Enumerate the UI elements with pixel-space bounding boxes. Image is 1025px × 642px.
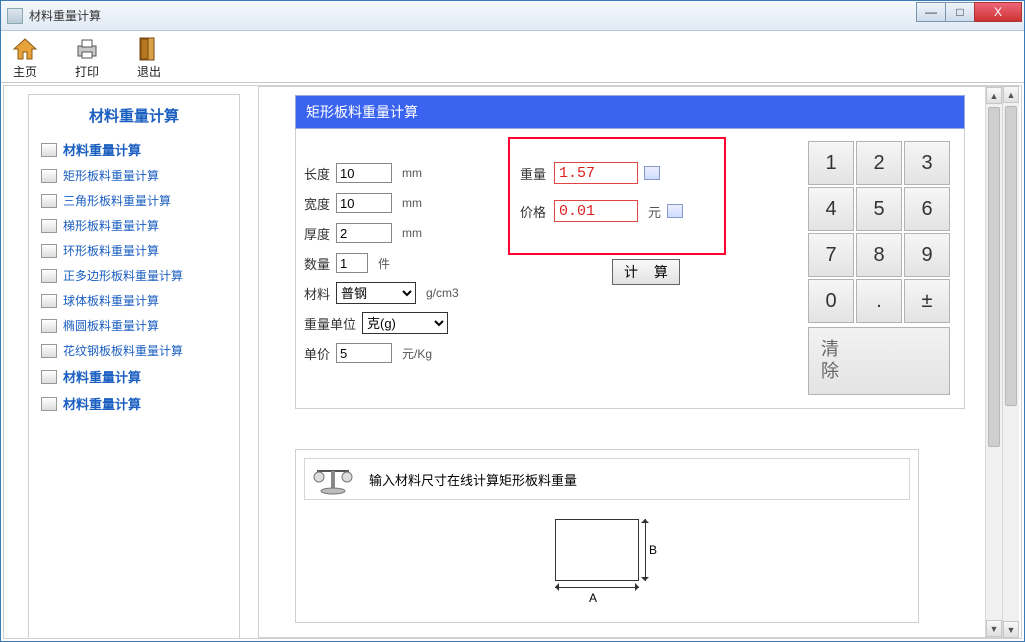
length-label: 长度 xyxy=(304,164,336,183)
calculate-button[interactable]: 计 算 xyxy=(612,259,680,285)
thickness-label: 厚度 xyxy=(304,224,336,243)
weight-result-label: 重量 xyxy=(520,164,554,183)
qty-unit: 件 xyxy=(378,255,390,272)
keypad-5[interactable]: 5 xyxy=(856,187,902,231)
weight-result-output: 1.57 xyxy=(554,162,638,184)
copy-icon[interactable] xyxy=(644,166,660,180)
close-button[interactable]: X xyxy=(974,2,1022,22)
scroll-thumb[interactable] xyxy=(1005,106,1017,406)
scroll-down-icon[interactable]: ▼ xyxy=(1003,621,1019,638)
keypad-plusminus[interactable]: ± xyxy=(904,279,950,323)
thickness-input[interactable] xyxy=(336,223,392,243)
panel-title: 矩形板料重量计算 xyxy=(295,95,965,129)
window-title: 材料重量计算 xyxy=(29,7,101,24)
weight-unit-select[interactable]: 克(g) xyxy=(362,312,448,334)
sidebar-item-0[interactable]: 材料重量计算 xyxy=(31,136,237,163)
toolbar-print[interactable]: 打印 xyxy=(73,35,101,80)
toolbar: 主页 打印 退出 xyxy=(1,31,1024,83)
printer-icon xyxy=(73,37,101,61)
keypad: 1 2 3 4 5 6 7 8 9 0 . ± xyxy=(808,137,956,398)
scroll-up-icon[interactable]: ▲ xyxy=(1003,86,1019,103)
keypad-2[interactable]: 2 xyxy=(856,141,902,185)
doc-icon xyxy=(41,294,57,308)
keypad-dot[interactable]: . xyxy=(856,279,902,323)
maximize-button[interactable]: □ xyxy=(945,2,975,22)
doc-icon xyxy=(41,219,57,233)
doc-icon xyxy=(41,169,57,183)
doc-icon xyxy=(41,319,57,333)
width-label: 宽度 xyxy=(304,194,336,213)
price-result-output: 0.01 xyxy=(554,200,638,222)
content-area: 材料重量计算 材料重量计算 矩形板料重量计算 三角形板料重量计算 梯形板料重量计… xyxy=(3,85,1022,639)
keypad-1[interactable]: 1 xyxy=(808,141,854,185)
price-result-unit: 元 xyxy=(648,202,661,221)
keypad-6[interactable]: 6 xyxy=(904,187,950,231)
doc-icon xyxy=(41,244,57,258)
keypad-0[interactable]: 0 xyxy=(808,279,854,323)
unit-price-unit: 元/Kg xyxy=(402,345,432,362)
weight-unit-label: 重量单位 xyxy=(304,314,362,333)
keypad-clear[interactable]: 清 除 xyxy=(808,327,950,395)
thickness-unit: mm xyxy=(402,226,422,240)
hint-panel: 输入材料尺寸在线计算矩形板料重量 A B xyxy=(295,449,919,623)
sidebar-item-7[interactable]: 椭圆板料重量计算 xyxy=(31,313,237,338)
sidebar-item-1[interactable]: 矩形板料重量计算 xyxy=(31,163,237,188)
doc-icon xyxy=(41,194,57,208)
copy-icon[interactable] xyxy=(667,204,683,218)
toolbar-home[interactable]: 主页 xyxy=(11,35,39,80)
scale-icon xyxy=(311,463,355,495)
shape-diagram: A B xyxy=(544,512,670,608)
scroll-down-icon[interactable]: ▼ xyxy=(986,620,1002,637)
sidebar-item-8[interactable]: 花纹钢板板料重量计算 xyxy=(31,338,237,363)
sidebar-item-5[interactable]: 正多边形板料重量计算 xyxy=(31,263,237,288)
width-unit: mm xyxy=(402,196,422,210)
main-content-frame: 矩形板料重量计算 长度 mm 宽度 mm 厚度 mm 数量 件 材料普钢 g/cm3 重量… xyxy=(258,86,1003,638)
exit-icon xyxy=(135,37,163,61)
scroll-up-icon[interactable]: ▲ xyxy=(986,87,1002,104)
sidebar-item-4[interactable]: 环形板料重量计算 xyxy=(31,238,237,263)
inner-scrollbar[interactable]: ▲ ▼ xyxy=(985,87,1002,637)
sidebar-item-9[interactable]: 材料重量计算 xyxy=(31,363,237,390)
doc-icon xyxy=(41,397,57,411)
hint-text: 输入材料尺寸在线计算矩形板料重量 xyxy=(369,470,577,489)
app-window: 材料重量计算 — □ X 主页 打印 退出 材料 xyxy=(0,0,1025,642)
scroll-thumb[interactable] xyxy=(988,107,1000,447)
material-label: 材料 xyxy=(304,284,336,303)
result-column: 重量 1.57 价格 0.01 元 计 算 xyxy=(508,137,748,398)
app-icon xyxy=(7,8,23,24)
sidebar-item-2[interactable]: 三角形板料重量计算 xyxy=(31,188,237,213)
sidebar: 材料重量计算 材料重量计算 矩形板料重量计算 三角形板料重量计算 梯形板料重量计… xyxy=(28,94,240,639)
sidebar-item-6[interactable]: 球体板料重量计算 xyxy=(31,288,237,313)
material-unit: g/cm3 xyxy=(426,286,459,300)
keypad-8[interactable]: 8 xyxy=(856,233,902,277)
home-icon xyxy=(11,37,39,61)
titlebar: 材料重量计算 — □ X xyxy=(1,1,1024,31)
outer-scrollbar[interactable]: ▲ ▼ xyxy=(1002,86,1019,638)
doc-icon xyxy=(41,143,57,157)
keypad-9[interactable]: 9 xyxy=(904,233,950,277)
result-box: 重量 1.57 价格 0.01 元 xyxy=(508,137,726,255)
main-panel: 矩形板料重量计算 长度 mm 宽度 mm 厚度 mm 数量 件 材料普钢 g/cm3 重量… xyxy=(295,95,965,623)
material-select[interactable]: 普钢 xyxy=(336,282,416,304)
sidebar-item-3[interactable]: 梯形板料重量计算 xyxy=(31,213,237,238)
keypad-7[interactable]: 7 xyxy=(808,233,854,277)
sidebar-title: 材料重量计算 xyxy=(31,101,237,136)
minimize-button[interactable]: — xyxy=(916,2,946,22)
keypad-3[interactable]: 3 xyxy=(904,141,950,185)
qty-input[interactable] xyxy=(336,253,368,273)
unit-price-label: 单价 xyxy=(304,344,336,363)
length-input[interactable] xyxy=(336,163,392,183)
keypad-4[interactable]: 4 xyxy=(808,187,854,231)
qty-label: 数量 xyxy=(304,254,336,273)
toolbar-exit[interactable]: 退出 xyxy=(135,35,163,80)
length-unit: mm xyxy=(402,166,422,180)
width-input[interactable] xyxy=(336,193,392,213)
unit-price-input[interactable] xyxy=(336,343,392,363)
price-result-label: 价格 xyxy=(520,202,554,221)
sidebar-item-10[interactable]: 材料重量计算 xyxy=(31,390,237,417)
doc-icon xyxy=(41,370,57,384)
doc-icon xyxy=(41,344,57,358)
doc-icon xyxy=(41,269,57,283)
input-column: 长度 mm 宽度 mm 厚度 mm 数量 件 材料普钢 g/cm3 重量单位克(g) 单价… xyxy=(304,137,504,398)
